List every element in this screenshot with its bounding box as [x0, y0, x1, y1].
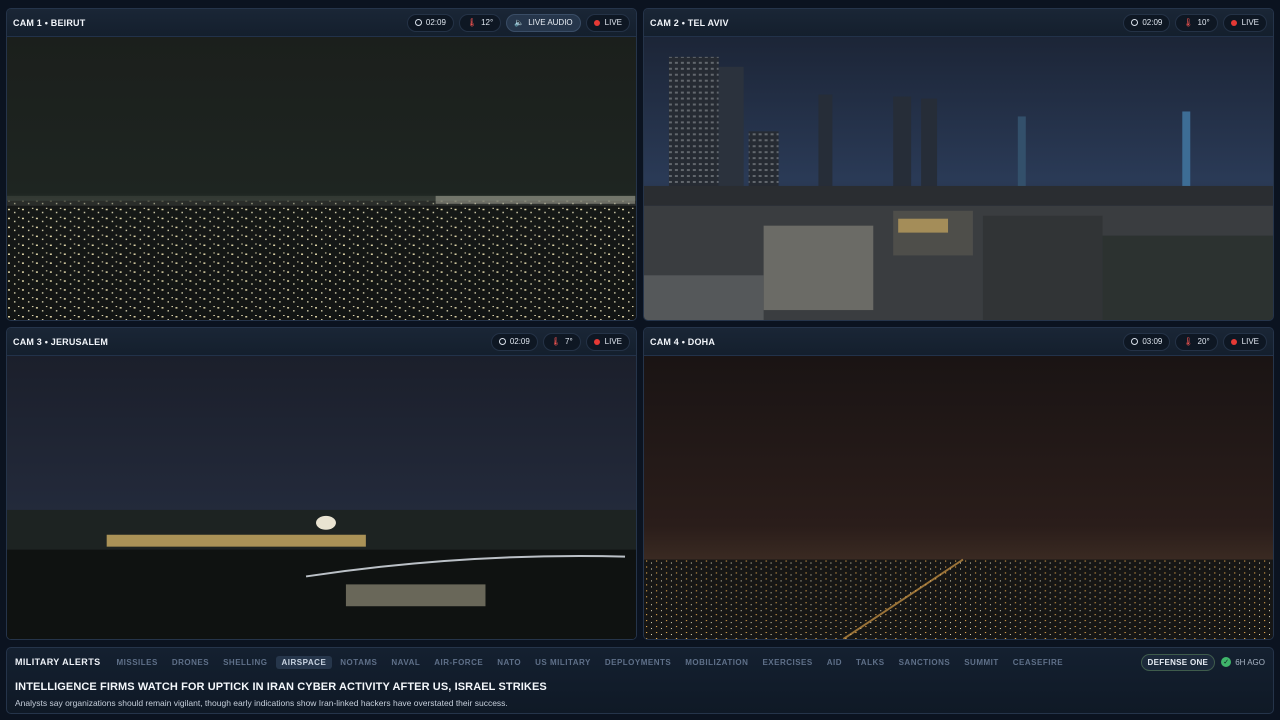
feed-image — [7, 37, 636, 320]
local-time-badge: 02:09 — [490, 332, 538, 351]
local-time: 03:09 — [1142, 337, 1163, 346]
speaker-icon: 🔈 — [514, 18, 525, 27]
ticker-tab-nato[interactable]: NATO — [491, 656, 527, 669]
ticker-tab-notams[interactable]: NOTAMS — [334, 656, 383, 669]
feed-image — [644, 356, 1273, 639]
temperature-badge: 🌡 12° — [458, 13, 502, 32]
feed-image — [7, 356, 636, 639]
camera-header: CAM 1 • BEIRUT 02:09 🌡 12° 🔈 LIVE AUDIO LI… — [7, 9, 636, 37]
camera-header: CAM 4 • DOHA 03:09 🌡 20° LIVE — [644, 328, 1273, 356]
news-headline[interactable]: INTELLIGENCE FIRMS WATCH FOR UPTICK IN I… — [15, 681, 547, 693]
live-badge: LIVE — [585, 13, 630, 32]
camera-title: CAM 4 • DOHA — [650, 336, 716, 347]
ticker-tab-shelling[interactable]: SHELLING — [217, 656, 273, 669]
feed-image — [644, 37, 1273, 320]
live-dot-icon — [1230, 338, 1237, 345]
ticker-tab-bar: MILITARY ALERTS MISSILES DRONES SHELLING AI… — [15, 653, 1265, 671]
ticker-tab-summit[interactable]: SUMMIT — [958, 656, 1005, 669]
ticker-tab-air-force[interactable]: AIR-FORCE — [428, 656, 489, 669]
clock-icon — [498, 338, 506, 345]
camera-panel-doha[interactable]: CAM 4 • DOHA 03:09 🌡 20° LIVE — [643, 327, 1274, 640]
ticker-tab-mobilization[interactable]: MOBILIZATION — [679, 656, 754, 669]
temperature: 10° — [1197, 18, 1210, 27]
thermometer-icon: 🌡 — [1183, 337, 1194, 346]
live-label: LIVE — [1241, 337, 1259, 346]
camera-panel-beirut[interactable]: CAM 1 • BEIRUT 02:09 🌡 12° 🔈 LIVE AUDIO LI… — [6, 8, 637, 321]
news-age: 6H AGO — [1235, 657, 1265, 667]
ticker-tab-us-military[interactable]: US MILITARY — [529, 656, 597, 669]
ticker-tab-deployments[interactable]: DEPLOYMENTS — [599, 656, 677, 669]
camera-title: CAM 2 • TEL AVIV — [650, 17, 729, 28]
ticker-category-title: MILITARY ALERTS — [15, 657, 101, 667]
ticker-tab-missiles[interactable]: MISSILES — [111, 656, 164, 669]
local-time: 02:09 — [425, 18, 446, 27]
live-dot-icon — [593, 338, 600, 345]
live-label: LIVE — [604, 337, 622, 346]
live-badge: LIVE — [585, 332, 630, 351]
camera-feed-tel-aviv[interactable] — [644, 37, 1273, 320]
temperature: 7° — [565, 337, 573, 346]
live-badge: LIVE — [1222, 332, 1267, 351]
camera-feed-doha[interactable] — [644, 356, 1273, 639]
source-badge[interactable]: DEFENSE ONE — [1140, 653, 1216, 671]
ticker-tab-ceasefire[interactable]: CEASEFIRE — [1007, 656, 1069, 669]
camera-header: CAM 3 • JERUSALEM 02:09 🌡 7° LIVE — [7, 328, 636, 356]
ticker-tab-sanctions[interactable]: SANCTIONS — [893, 656, 957, 669]
clock-icon — [414, 19, 422, 26]
ticker-tab-drones[interactable]: DRONES — [166, 656, 215, 669]
temperature-badge: 🌡 7° — [542, 332, 581, 351]
camera-feed-jerusalem[interactable] — [7, 356, 636, 639]
camera-title: CAM 1 • BEIRUT — [13, 17, 86, 28]
news-ticker: MILITARY ALERTS MISSILES DRONES SHELLING AI… — [6, 647, 1274, 714]
camera-title: CAM 3 • JERUSALEM — [13, 336, 109, 347]
local-time-badge: 03:09 — [1123, 332, 1171, 351]
verified-check-icon: ✓ — [1221, 657, 1232, 667]
temperature: 12° — [481, 18, 494, 27]
ticker-tab-talks[interactable]: TALKS — [850, 656, 891, 669]
camera-panel-tel-aviv[interactable]: CAM 2 • TEL AVIV 02:09 🌡 10° LIVE — [643, 8, 1274, 321]
clock-icon — [1131, 338, 1139, 345]
local-time-badge: 02:09 — [1123, 13, 1171, 32]
camera-panel-jerusalem[interactable]: CAM 3 • JERUSALEM 02:09 🌡 7° LIVE — [6, 327, 637, 640]
thermometer-icon: 🌡 — [466, 18, 478, 27]
thermometer-icon: 🌡 — [1183, 18, 1194, 27]
live-dot-icon — [1230, 19, 1237, 26]
camera-header: CAM 2 • TEL AVIV 02:09 🌡 10° LIVE — [644, 9, 1273, 37]
camera-grid: CAM 1 • BEIRUT 02:09 🌡 12° 🔈 LIVE AUDIO LI… — [6, 8, 1274, 640]
temperature-badge: 🌡 10° — [1175, 13, 1218, 32]
thermometer-icon: 🌡 — [550, 337, 561, 346]
news-summary: Analysts say organizations should remain… — [15, 698, 508, 708]
live-badge: LIVE — [1222, 13, 1267, 32]
live-audio-label: LIVE AUDIO — [528, 18, 573, 27]
temperature-badge: 🌡 20° — [1175, 332, 1218, 351]
local-time: 02:09 — [509, 337, 530, 346]
live-label: LIVE — [604, 18, 622, 27]
live-dot-icon — [593, 19, 600, 26]
ticker-tabs: MISSILES DRONES SHELLING AIRSPACE NOTAMS NAVA… — [111, 655, 1072, 669]
live-audio-button[interactable]: 🔈 LIVE AUDIO — [506, 13, 581, 32]
local-time-badge: 02:09 — [406, 13, 454, 32]
ticker-source: DEFENSE ONE ✓ 6H AGO — [1140, 653, 1265, 671]
live-label: LIVE — [1241, 18, 1259, 27]
temperature: 20° — [1197, 337, 1210, 346]
ticker-tab-aid[interactable]: AID — [821, 656, 848, 669]
ticker-tab-exercises[interactable]: EXERCISES — [756, 656, 818, 669]
camera-feed-beirut[interactable] — [7, 37, 636, 320]
clock-icon — [1131, 19, 1139, 26]
ticker-tab-naval[interactable]: NAVAL — [385, 656, 426, 669]
ticker-tab-airspace[interactable]: AIRSPACE — [275, 655, 333, 669]
local-time: 02:09 — [1142, 18, 1163, 27]
